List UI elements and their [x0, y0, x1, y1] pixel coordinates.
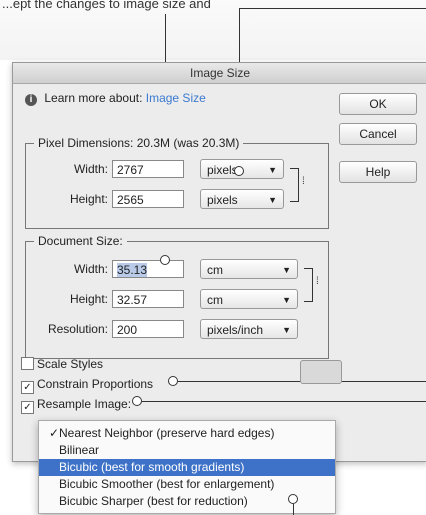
- chain-link-icon: ⁞: [316, 276, 319, 287]
- constrain-proportions-label: Constrain Proportions: [37, 377, 154, 391]
- menu-item-label: Bicubic (best for smooth gradients): [59, 460, 245, 474]
- chevron-down-icon: ▼: [282, 325, 291, 335]
- pixel-height-unit-select[interactable]: pixels ▼: [200, 189, 284, 209]
- chevron-down-icon: ▼: [282, 265, 291, 275]
- doc-height-unit-select[interactable]: cm ▼: [200, 289, 298, 309]
- resample-select-behind: [300, 360, 342, 384]
- scale-styles-checkbox[interactable]: Scale Styles: [21, 357, 103, 371]
- menu-item-bilinear[interactable]: Bilinear: [39, 442, 335, 459]
- pixel-width-input[interactable]: 2767: [112, 160, 184, 178]
- learn-more: i Learn more about: Image Size: [25, 91, 206, 106]
- pixel-height-unit: pixels: [207, 193, 238, 207]
- chevron-down-icon: ▼: [268, 195, 277, 205]
- caption-text: ...ept the changes to image size and: [2, 0, 211, 11]
- menu-item-label: Nearest Neighbor (preserve hard edges): [59, 426, 275, 440]
- doc-width-unit: cm: [207, 263, 223, 277]
- learn-more-link[interactable]: Image Size: [146, 91, 206, 105]
- checkmark-icon: ✓: [49, 426, 60, 440]
- chevron-down-icon: ▼: [268, 165, 277, 175]
- doc-width-value: 35.13: [117, 263, 148, 277]
- resolution-unit: pixels/inch: [207, 323, 264, 337]
- pixel-width-label: Width:: [73, 162, 108, 176]
- checkmark-icon: ✓: [21, 381, 34, 394]
- pixel-dimensions-legend: Pixel Dimensions: 20.3M (was 20.3M): [34, 136, 244, 150]
- menu-item-label: Bilinear: [59, 443, 100, 457]
- ok-button[interactable]: OK: [339, 93, 417, 115]
- resolution-input[interactable]: 200: [112, 320, 184, 338]
- info-icon: i: [25, 94, 37, 106]
- chevron-down-icon: ▼: [282, 295, 291, 305]
- image-size-dialog: Image Size i Learn more about: Image Siz…: [12, 62, 426, 462]
- constrain-proportions-checkbox[interactable]: ✓ Constrain Proportions: [21, 377, 153, 394]
- link-bracket: [304, 268, 313, 302]
- document-size-legend: Document Size:: [34, 234, 127, 248]
- resolution-unit-select[interactable]: pixels/inch ▼: [200, 319, 298, 339]
- callout-line: [142, 401, 426, 402]
- menu-item-label: Bicubic Sharper (best for reduction): [59, 494, 248, 508]
- checkmark-icon: ✓: [21, 401, 34, 414]
- doc-width-label: Width:: [73, 262, 108, 276]
- callout-marker: [288, 494, 298, 504]
- callout-marker: [132, 396, 142, 406]
- menu-item-bicubic-smoother[interactable]: Bicubic Smoother (best for enlargement): [39, 476, 335, 493]
- resample-image-checkbox[interactable]: ✓ Resample Image:: [21, 397, 131, 414]
- document-size-group: Document Size: Width: 35.13 cm ▼ Height:…: [25, 234, 329, 359]
- pixel-height-label: Height:: [69, 192, 108, 206]
- doc-width-unit-select[interactable]: cm ▼: [200, 259, 298, 279]
- chain-link-icon: ⁞: [302, 176, 305, 187]
- callout-marker: [234, 166, 244, 176]
- learn-more-prefix: Learn more about:: [44, 91, 143, 105]
- dialog-title: Image Size: [13, 63, 426, 84]
- link-bracket: [290, 168, 299, 202]
- cancel-button[interactable]: Cancel: [339, 123, 417, 145]
- doc-height-unit: cm: [207, 293, 223, 307]
- callout-line: [239, 8, 426, 9]
- scale-styles-label: Scale Styles: [37, 357, 104, 371]
- doc-height-input[interactable]: 32.57: [112, 290, 184, 308]
- callout-marker: [168, 376, 178, 386]
- callout-marker: [160, 255, 170, 265]
- doc-height-label: Height:: [69, 292, 108, 306]
- pixel-height-input[interactable]: 2565: [112, 190, 184, 208]
- resolution-label: Resolution:: [47, 322, 108, 336]
- checkbox-box: [21, 357, 34, 370]
- doc-width-input[interactable]: 35.13: [112, 260, 184, 278]
- menu-item-label: Bicubic Smoother (best for enlargement): [59, 477, 275, 491]
- menu-item-bicubic[interactable]: Bicubic (best for smooth gradients): [39, 459, 335, 476]
- menu-item-nearest-neighbor[interactable]: ✓Nearest Neighbor (preserve hard edges): [39, 425, 335, 442]
- callout-line: [293, 504, 294, 515]
- resample-image-label: Resample Image:: [37, 397, 132, 411]
- pixel-dimensions-group: Pixel Dimensions: 20.3M (was 20.3M) Widt…: [25, 136, 329, 229]
- help-button[interactable]: Help: [339, 161, 417, 183]
